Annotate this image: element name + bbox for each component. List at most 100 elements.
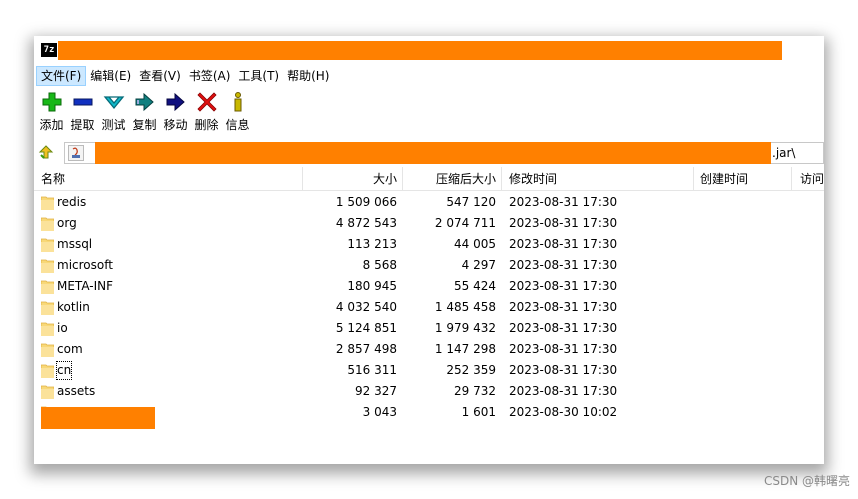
move-icon (164, 90, 188, 114)
folder-icon (40, 384, 55, 400)
file-size: 3 043 (362, 405, 397, 419)
archive-window: 7z 文件(F) 编辑(E) 查看(V) 书签(A) 工具(T) 帮助(H) 添加 提取 … (34, 36, 824, 464)
title-bar: 7z (34, 36, 824, 64)
toolbar-button-extract[interactable]: 提取 (67, 90, 98, 136)
column-divider[interactable] (501, 167, 502, 191)
file-size: 1 509 066 (335, 195, 397, 209)
path-input[interactable]: .jar\ (64, 142, 824, 164)
toolbar-label: 复制 (132, 118, 157, 132)
menu-item[interactable]: 文件(F) (36, 66, 87, 86)
file-list-header: 名称 大小 压缩后大小 修改时间 创建时间 访问 (34, 167, 824, 191)
name-redaction (41, 407, 155, 429)
file-row[interactable]: org 4 872 543 2 074 711 2023-08-31 17:30 (34, 213, 824, 234)
toolbar-button-move[interactable]: 移动 (160, 90, 191, 136)
folder-icon (40, 216, 55, 232)
file-row[interactable]: com 2 857 498 1 147 298 2023-08-31 17:30 (34, 339, 824, 360)
column-divider[interactable] (791, 167, 792, 191)
toolbar-label: 删除 (194, 118, 219, 132)
file-row[interactable]: io 5 124 851 1 979 432 2023-08-31 17:30 (34, 318, 824, 339)
file-modified: 2023-08-31 17:30 (509, 321, 618, 335)
file-row[interactable]: assets 92 327 29 732 2023-08-31 17:30 (34, 381, 824, 402)
file-row[interactable]: kotlin 4 032 540 1 485 458 2023-08-31 17:30 (34, 297, 824, 318)
file-packed-size: 55 424 (454, 279, 496, 293)
extract-icon (71, 90, 95, 114)
watermark: CSDN @韩曙亮 (763, 474, 850, 488)
toolbar-button-add[interactable]: 添加 (36, 90, 67, 136)
toolbar-label: 移动 (163, 118, 188, 132)
file-modified: 2023-08-30 10:02 (509, 405, 618, 419)
menu-item[interactable]: 帮助(H) (283, 66, 333, 86)
file-list: redis 1 509 066 547 120 2023-08-31 17:30 org… (34, 192, 824, 429)
toolbar-label: 信息 (225, 118, 250, 132)
file-name: kotlin (57, 300, 90, 314)
folder-icon (40, 300, 55, 316)
file-packed-size: 1 601 (461, 405, 496, 419)
toolbar: 添加 提取 测试 复制 移动 删除 信息 (34, 90, 824, 136)
file-row[interactable]: cn 516 311 252 359 2023-08-31 17:30 (34, 360, 824, 381)
column-name[interactable]: 名称 (41, 167, 65, 191)
menu-item[interactable]: 查看(V) (135, 66, 185, 86)
file-name: redis (57, 195, 87, 209)
column-packed-size[interactable]: 压缩后大小 (436, 167, 496, 191)
menu-item[interactable]: 书签(A) (185, 66, 235, 86)
file-modified: 2023-08-31 17:30 (509, 279, 618, 293)
file-packed-size: 547 120 (446, 195, 496, 209)
file-name: microsoft (57, 258, 113, 272)
file-name: com (57, 342, 83, 356)
column-size[interactable]: 大小 (373, 167, 397, 191)
file-modified: 2023-08-31 17:30 (509, 342, 618, 356)
file-size: 8 568 (362, 258, 397, 272)
column-created[interactable]: 创建时间 (700, 167, 748, 191)
column-accessed[interactable]: 访问 (800, 167, 824, 191)
folder-icon (40, 363, 55, 379)
file-row[interactable]: microsoft 8 568 4 297 2023-08-31 17:30 (34, 255, 824, 276)
path-suffix: .jar\ (772, 146, 796, 160)
column-divider[interactable] (402, 167, 403, 191)
toolbar-button-info[interactable]: 信息 (222, 90, 253, 136)
file-row[interactable]: META-INF 180 945 55 424 2023-08-31 17:30 (34, 276, 824, 297)
folder-icon (40, 321, 55, 337)
file-size: 516 311 (347, 363, 397, 377)
file-modified: 2023-08-31 17:30 (509, 237, 618, 251)
file-modified: 2023-08-31 17:30 (509, 384, 618, 398)
column-divider[interactable] (693, 167, 694, 191)
info-icon (226, 90, 250, 114)
file-packed-size: 1 979 432 (434, 321, 496, 335)
file-name: mssql (57, 237, 93, 251)
toolbar-button-test[interactable]: 测试 (98, 90, 129, 136)
path-redaction (95, 142, 771, 164)
file-packed-size: 1 147 298 (434, 342, 496, 356)
file-row[interactable]: redis 1 509 066 547 120 2023-08-31 17:30 (34, 192, 824, 213)
file-size: 4 032 540 (335, 300, 397, 314)
title-redaction (58, 41, 782, 60)
up-arrow-icon (38, 145, 54, 159)
file-row[interactable]: 3 043 1 601 2023-08-30 10:02 (34, 402, 824, 429)
up-folder-button[interactable] (37, 143, 55, 161)
column-divider[interactable] (302, 167, 303, 191)
toolbar-label: 测试 (101, 118, 126, 132)
menu-item[interactable]: 编辑(E) (86, 66, 135, 86)
file-modified: 2023-08-31 17:30 (509, 195, 618, 209)
file-packed-size: 29 732 (454, 384, 496, 398)
delete-icon (195, 90, 219, 114)
toolbar-button-delete[interactable]: 删除 (191, 90, 222, 136)
file-packed-size: 4 297 (461, 258, 496, 272)
file-row[interactable]: mssql 113 213 44 005 2023-08-31 17:30 (34, 234, 824, 255)
toolbar-button-copy[interactable]: 复制 (129, 90, 160, 136)
file-modified: 2023-08-31 17:30 (509, 258, 618, 272)
file-name: org (57, 216, 77, 230)
file-packed-size: 1 485 458 (434, 300, 496, 314)
file-name: assets (57, 384, 96, 398)
column-modified[interactable]: 修改时间 (509, 167, 557, 191)
menu-item[interactable]: 工具(T) (234, 66, 283, 86)
file-name: META-INF (57, 279, 114, 293)
file-modified: 2023-08-31 17:30 (509, 216, 618, 230)
file-modified: 2023-08-31 17:30 (509, 363, 618, 377)
file-size: 113 213 (347, 237, 397, 251)
folder-icon (40, 342, 55, 358)
file-name: cn (55, 360, 73, 381)
file-size: 5 124 851 (335, 321, 397, 335)
toolbar-label: 提取 (70, 118, 95, 132)
file-size: 92 327 (355, 384, 397, 398)
address-bar: .jar\ (34, 140, 824, 164)
